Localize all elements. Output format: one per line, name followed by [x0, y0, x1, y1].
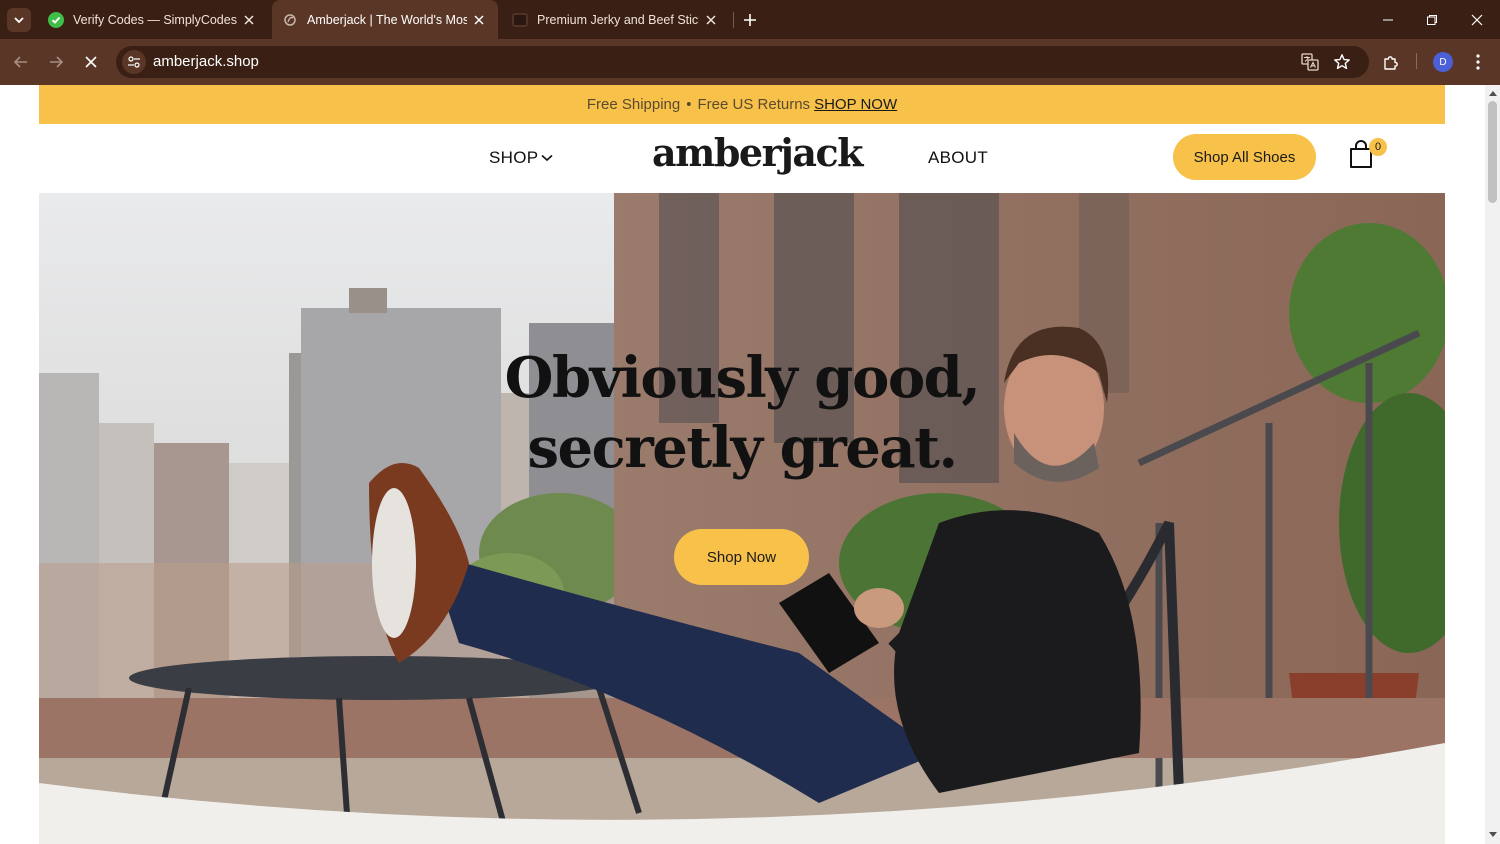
close-tab-icon[interactable] — [702, 11, 720, 29]
new-tab-button[interactable] — [740, 10, 760, 30]
menu-kebab-icon[interactable] — [1466, 50, 1490, 74]
promo-banner: Free Shipping • Free US Returns SHOP NOW — [39, 85, 1445, 124]
hero-banner: Obviously good, secretly great. Shop Now — [39, 193, 1445, 844]
tab-separator — [733, 12, 734, 28]
hero-headline: Obviously good, secretly great. — [442, 343, 1042, 483]
tab-premium-jerky[interactable]: Premium Jerky and Beef Sticks | — [502, 0, 730, 39]
star-icon[interactable] — [1332, 52, 1352, 72]
site-logo[interactable]: amberjack — [652, 130, 863, 175]
minimize-button[interactable] — [1377, 9, 1399, 31]
plus-icon — [744, 14, 756, 26]
arrow-left-icon — [13, 56, 27, 68]
toolbar-separator — [1416, 53, 1417, 69]
scrollbar-thumb[interactable] — [1488, 101, 1497, 203]
tab-search-button[interactable] — [7, 8, 31, 32]
promo-shipping-text: Free Shipping — [586, 96, 681, 113]
hero-headline-line1: Obviously good, — [504, 345, 981, 411]
jerky-favicon — [512, 12, 528, 28]
promo-returns-text: Free US Returns — [697, 96, 811, 113]
simplycodes-icon — [48, 11, 64, 28]
scroll-up-icon[interactable] — [1488, 88, 1497, 97]
scroll-down-icon[interactable] — [1488, 830, 1497, 839]
translate-icon[interactable] — [1300, 52, 1320, 72]
amberjack-favicon — [282, 12, 298, 28]
tab-title: Verify Codes — SimplyCodes — [73, 12, 237, 27]
page-viewport: Free Shipping • Free US Returns SHOP NOW… — [0, 85, 1485, 844]
tab-title: Amberjack | The World's Most A — [307, 12, 467, 27]
cart-count-badge: 0 — [1369, 138, 1387, 156]
close-window-button[interactable] — [1466, 9, 1488, 31]
nav-shop-menu[interactable]: SHOP — [489, 148, 553, 168]
site-header: SHOP amberjack ABOUT Shop All Shoes 0 — [39, 124, 1445, 193]
minimize-icon — [1383, 19, 1393, 21]
tab-simplycodes[interactable]: Verify Codes — SimplyCodes — [38, 0, 268, 39]
browser-tab-bar: Verify Codes — SimplyCodes Amberjack | T… — [0, 0, 1500, 39]
address-bar[interactable]: amberjack.shop — [116, 46, 1369, 78]
chevron-down-icon — [14, 17, 24, 24]
url-text: amberjack.shop — [153, 53, 259, 70]
site-info-icon[interactable] — [122, 50, 146, 74]
tab-title: Premium Jerky and Beef Sticks | — [537, 12, 699, 27]
stop-loading-button[interactable] — [79, 50, 103, 74]
restore-icon — [1427, 15, 1437, 25]
close-tab-icon[interactable] — [240, 11, 258, 29]
promo-separator: • — [686, 96, 692, 113]
close-icon — [1471, 14, 1483, 26]
tab-amberjack[interactable]: Amberjack | The World's Most A — [272, 0, 498, 39]
restore-button[interactable] — [1421, 9, 1443, 31]
browser-toolbar: amberjack.shop — [0, 39, 1500, 85]
promo-shop-now-link[interactable]: SHOP NOW — [814, 96, 897, 113]
hero-headline-line2: secretly great. — [527, 415, 959, 481]
arrow-right-icon — [50, 56, 64, 68]
back-button[interactable] — [9, 50, 33, 74]
hero-shop-now-button[interactable]: Shop Now — [674, 529, 809, 585]
close-icon — [85, 56, 97, 68]
chevron-down-icon — [541, 154, 553, 162]
nav-about-link[interactable]: ABOUT — [928, 148, 988, 168]
forward-button[interactable] — [44, 50, 68, 74]
page-scrollbar[interactable] — [1485, 85, 1500, 844]
shop-all-shoes-button[interactable]: Shop All Shoes — [1173, 134, 1316, 180]
nav-shop-label: SHOP — [489, 148, 539, 167]
profile-avatar[interactable]: D — [1433, 52, 1453, 72]
extensions-icon[interactable] — [1379, 50, 1403, 74]
hero-image — [39, 193, 1445, 844]
close-tab-icon[interactable] — [470, 11, 488, 29]
